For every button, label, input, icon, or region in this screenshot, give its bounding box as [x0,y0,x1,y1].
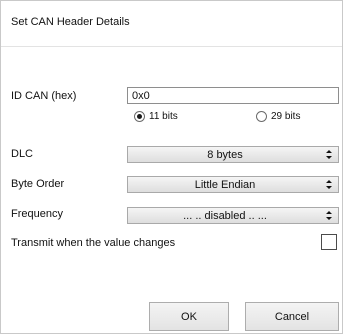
byte-order-select-value: Little Endian [194,179,256,191]
frequency-label: Frequency [11,208,63,220]
radio-29-bits-label: 29 bits [271,111,301,122]
radio-selected-dot [137,114,142,119]
ok-button[interactable]: OK [149,302,229,331]
transmit-label: Transmit when the value changes [11,237,176,249]
dialog-title: Set CAN Header Details [11,16,130,28]
radio-29-bits[interactable]: 29 bits [256,111,300,122]
id-can-input[interactable] [127,87,339,104]
can-header-dialog: Set CAN Header Details ID CAN (hex) 11 b… [0,0,343,334]
id-can-label: ID CAN (hex) [11,90,77,102]
dialog-titlebar: Set CAN Header Details [1,1,342,47]
byte-order-select[interactable]: Little Endian [127,176,339,193]
transmit-checkbox[interactable] [321,234,337,250]
cancel-button[interactable]: Cancel [245,302,339,331]
radio-11-bits[interactable]: 11 bits [134,111,178,122]
radio-11-bits-label: 11 bits [149,111,178,122]
frequency-select-value: ... .. disabled .. ... [183,210,267,222]
dlc-select-value: 8 bytes [207,149,243,161]
dlc-label: DLC [11,148,34,160]
updown-arrow-icon [326,180,332,189]
byte-order-label: Byte Order [11,178,65,190]
radio-11-bits-indicator[interactable] [134,111,145,122]
radio-29-bits-indicator[interactable] [256,111,267,122]
frequency-select[interactable]: ... .. disabled .. ... [127,207,339,224]
dlc-select[interactable]: 8 bytes [127,146,339,163]
updown-arrow-icon [326,150,332,159]
updown-arrow-icon [326,211,332,220]
